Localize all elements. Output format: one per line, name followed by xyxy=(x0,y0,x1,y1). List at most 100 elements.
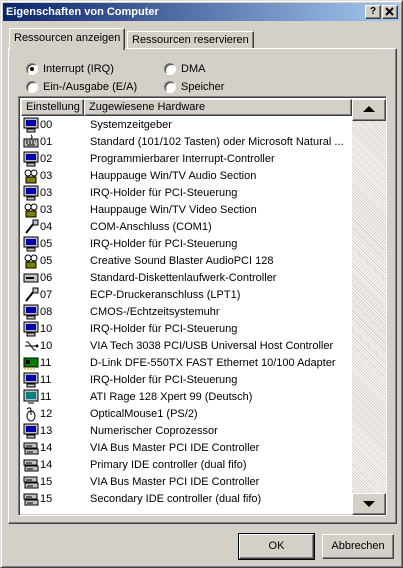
multimedia-icon xyxy=(23,168,39,184)
hardware-name: Hauppauge Win/TV Video Section xyxy=(90,204,257,216)
list-item[interactable]: 05 Creative Sound Blaster AudioPCI 128 xyxy=(21,253,351,270)
close-button[interactable] xyxy=(382,5,398,19)
setting-value: 02 xyxy=(40,153,53,165)
setting-value: 00 xyxy=(40,119,53,131)
hardware-name: Standard (101/102 Tasten) oder Microsoft… xyxy=(90,136,344,148)
mouse-icon xyxy=(23,406,39,422)
list-item[interactable]: 15 VIA Bus Master PCI IDE Controller xyxy=(21,474,351,491)
setting-value: 14 xyxy=(40,442,53,454)
setting-value: 01 xyxy=(40,136,53,148)
hardware-name: OpticalMouse1 (PS/2) xyxy=(90,408,198,420)
resource-rows: 00 Systemzeitgeber 01 Standard (101/102 Tas… xyxy=(21,117,351,508)
hardware-name: COM-Anschluss (COM1) xyxy=(90,221,212,233)
setting-value: 06 xyxy=(40,272,53,284)
hardware-name: Systemzeitgeber xyxy=(90,119,172,131)
ide-controller-icon xyxy=(23,440,39,456)
computer-icon xyxy=(23,423,39,439)
list-item[interactable]: 11 IRQ-Holder für PCI-Steuerung xyxy=(21,372,351,389)
ide-controller-icon xyxy=(23,474,39,490)
display-icon xyxy=(23,389,39,405)
resource-list[interactable]: Einstellung Zugewiesene Hardware 00 Syste… xyxy=(18,96,387,516)
setting-value: 03 xyxy=(40,170,53,182)
setting-value: 11 xyxy=(40,374,52,386)
port-icon xyxy=(23,219,39,235)
setting-value: 03 xyxy=(40,187,53,199)
list-item[interactable]: 15 Secondary IDE controller (dual fifo) xyxy=(21,491,351,508)
computer-icon xyxy=(23,236,39,252)
setting-value: 14 xyxy=(40,459,53,471)
list-item[interactable]: 14 Primary IDE controller (dual fifo) xyxy=(21,457,351,474)
usb-icon xyxy=(23,338,39,354)
arrow-up-icon xyxy=(363,106,375,112)
list-item[interactable]: 05 IRQ-Holder für PCI-Steuerung xyxy=(21,236,351,253)
window-title: Eigenschaften von Computer xyxy=(6,6,159,18)
list-item[interactable]: 00 Systemzeitgeber xyxy=(21,117,351,134)
scroll-down-button[interactable] xyxy=(352,493,386,515)
column-header-hardware[interactable]: Zugewiesene Hardware xyxy=(84,99,352,116)
list-item[interactable]: 03 IRQ-Holder für PCI-Steuerung xyxy=(21,185,351,202)
ide-controller-icon xyxy=(23,491,39,507)
list-item[interactable]: 08 CMOS-/Echtzeitsystemuhr xyxy=(21,304,351,321)
list-item[interactable]: 11 D-Link DFE-550TX FAST Ethernet 10/100 … xyxy=(21,355,351,372)
radio-io[interactable]: Ein-/Ausgabe (E/A) xyxy=(26,81,156,95)
vertical-scrollbar[interactable] xyxy=(352,99,386,515)
list-item[interactable]: 02 Programmierbarer Interrupt-Controller xyxy=(21,151,351,168)
list-item[interactable]: 14 VIA Bus Master PCI IDE Controller xyxy=(21,440,351,457)
computer-icon xyxy=(23,185,39,201)
list-item[interactable]: 11 ATI Rage 128 Xpert 99 (Deutsch) xyxy=(21,389,351,406)
radio-button-icon xyxy=(164,81,176,93)
setting-value: 03 xyxy=(40,204,53,216)
list-item[interactable]: 04 COM-Anschluss (COM1) xyxy=(21,219,351,236)
floppy-controller-icon xyxy=(23,270,39,286)
cancel-button[interactable]: Abbrechen xyxy=(322,534,394,559)
hardware-name: CMOS-/Echtzeitsystemuhr xyxy=(90,306,220,318)
radio-button-icon xyxy=(26,63,38,75)
hardware-name: Numerischer Coprozessor xyxy=(90,425,218,437)
setting-value: 11 xyxy=(40,391,52,403)
tab-resources-view[interactable]: Ressourcen anzeigen xyxy=(9,28,126,50)
radio-button-icon xyxy=(164,63,176,75)
computer-icon xyxy=(23,372,39,388)
list-item[interactable]: 10 IRQ-Holder für PCI-Steuerung xyxy=(21,321,351,338)
radio-memory[interactable]: Speicher xyxy=(164,81,244,95)
help-button[interactable]: ? xyxy=(365,5,381,19)
hardware-name: Primary IDE controller (dual fifo) xyxy=(90,459,247,471)
hardware-name: VIA Tech 3038 PCI/USB Universal Host Con… xyxy=(90,340,334,352)
title-bar[interactable]: Eigenschaften von Computer ? xyxy=(3,3,400,21)
hardware-name: ATI Rage 128 Xpert 99 (Deutsch) xyxy=(90,391,253,403)
hardware-name: D-Link DFE-550TX FAST Ethernet 10/100 Ad… xyxy=(90,357,336,369)
list-item[interactable]: 01 Standard (101/102 Tasten) oder Microso… xyxy=(21,134,351,151)
setting-value: 07 xyxy=(40,289,53,301)
list-item[interactable]: 06 Standard-Diskettenlaufwerk-Controller xyxy=(21,270,351,287)
multimedia-icon xyxy=(23,202,39,218)
ok-button[interactable]: OK xyxy=(238,533,315,560)
hardware-name: Secondary IDE controller (dual fifo) xyxy=(90,493,262,505)
setting-value: 05 xyxy=(40,238,53,250)
radio-memory-label: Speicher xyxy=(181,81,225,93)
setting-value: 15 xyxy=(40,476,53,488)
computer-icon xyxy=(23,151,39,167)
computer-icon xyxy=(23,304,39,320)
scroll-up-button[interactable] xyxy=(352,99,386,121)
list-item[interactable]: 03 Hauppauge Win/TV Video Section xyxy=(21,202,351,219)
hardware-name: Programmierbarer Interrupt-Controller xyxy=(90,153,275,165)
keyboard-icon xyxy=(23,134,39,150)
setting-value: 13 xyxy=(40,425,53,437)
hardware-name: IRQ-Holder für PCI-Steuerung xyxy=(90,323,238,335)
computer-icon xyxy=(23,321,39,337)
list-item[interactable]: 12 OpticalMouse1 (PS/2) xyxy=(21,406,351,423)
hardware-name: ECP-Druckeranschluss (LPT1) xyxy=(90,289,241,301)
radio-dma[interactable]: DMA xyxy=(164,63,234,77)
radio-irq[interactable]: Interrupt (IRQ) xyxy=(26,63,146,77)
setting-value: 15 xyxy=(40,493,53,505)
list-item[interactable]: 03 Hauppauge Win/TV Audio Section xyxy=(21,168,351,185)
close-icon xyxy=(385,7,394,16)
setting-value: 05 xyxy=(40,255,53,267)
list-item[interactable]: 13 Numerischer Coprozessor xyxy=(21,423,351,440)
hardware-name: IRQ-Holder für PCI-Steuerung xyxy=(90,374,238,386)
list-item[interactable]: 10 VIA Tech 3038 PCI/USB Universal Host C… xyxy=(21,338,351,355)
column-header-setting[interactable]: Einstellung xyxy=(21,99,84,116)
list-item[interactable]: 07 ECP-Druckeranschluss (LPT1) xyxy=(21,287,351,304)
ide-controller-icon xyxy=(23,457,39,473)
radio-button-icon xyxy=(26,81,38,93)
